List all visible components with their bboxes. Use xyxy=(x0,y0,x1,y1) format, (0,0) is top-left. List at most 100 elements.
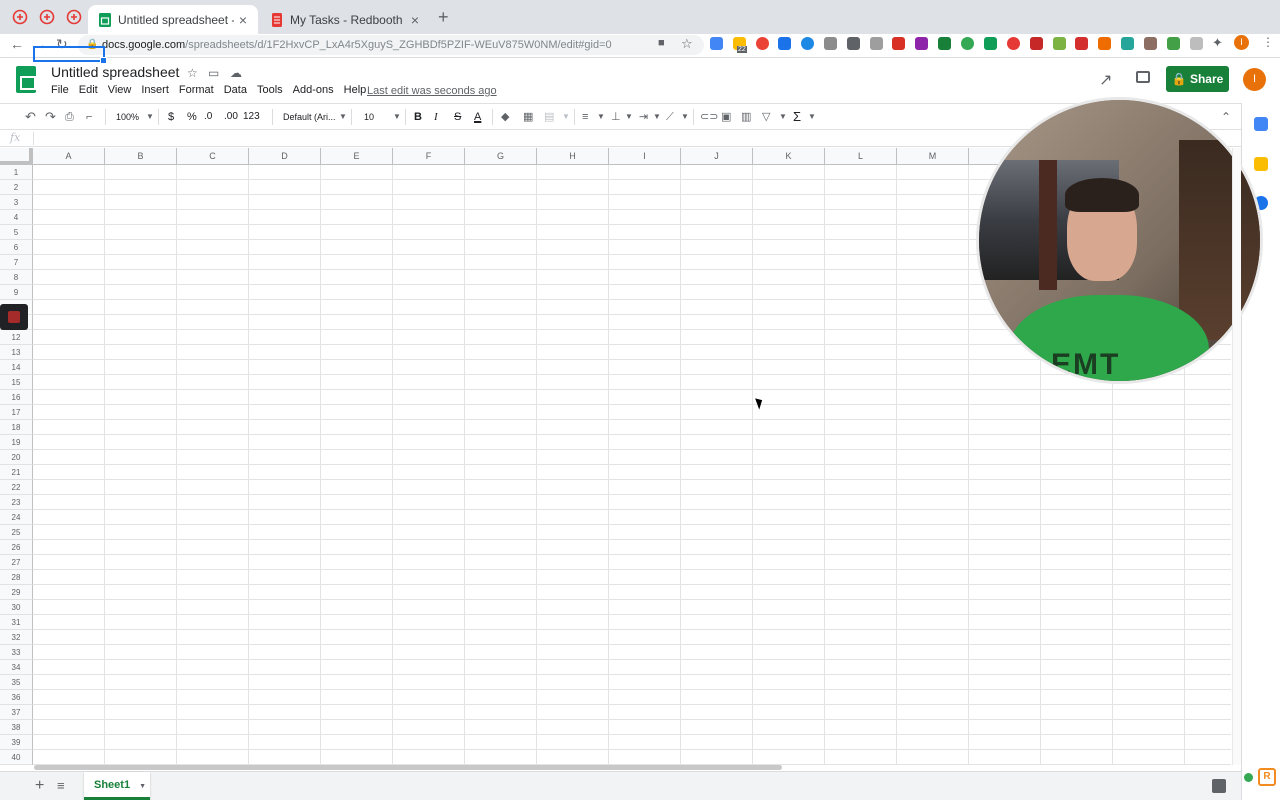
row-header-16[interactable]: 16 xyxy=(0,390,33,405)
row-header-34[interactable]: 34 xyxy=(0,660,33,675)
row-header-40[interactable]: 40 xyxy=(0,750,33,765)
filter-icon[interactable]: ▽ xyxy=(762,109,770,125)
column-header-j[interactable]: J xyxy=(681,148,753,165)
row-header-36[interactable]: 36 xyxy=(0,690,33,705)
last-edit-link[interactable]: Last edit was seconds ago xyxy=(367,85,497,97)
text-color-button[interactable]: A xyxy=(474,109,481,125)
pinned-tab-redbooth-icon[interactable] xyxy=(39,9,55,25)
functions-dropdown-icon[interactable]: ▼ xyxy=(808,109,816,125)
row-header-15[interactable]: 15 xyxy=(0,375,33,390)
row-header-37[interactable]: 37 xyxy=(0,705,33,720)
menu-insert[interactable]: Insert xyxy=(141,84,169,98)
font-family-select[interactable]: Default (Ari... xyxy=(283,109,336,125)
column-header-m[interactable]: M xyxy=(897,148,969,165)
row-header-27[interactable]: 27 xyxy=(0,555,33,570)
menu-file[interactable]: File xyxy=(51,84,69,98)
row-header-19[interactable]: 19 xyxy=(0,435,33,450)
text-rotation-icon[interactable]: ⟋ xyxy=(666,109,674,125)
functions-button[interactable]: Σ xyxy=(793,109,801,125)
column-header-e[interactable]: E xyxy=(321,148,393,165)
select-all-corner[interactable] xyxy=(0,148,33,165)
back-button[interactable]: ← xyxy=(10,36,24,52)
extension-code-icon[interactable] xyxy=(824,37,837,50)
explore-icon[interactable] xyxy=(1212,779,1226,793)
extension-doc-icon[interactable] xyxy=(847,37,860,50)
row-header-9[interactable]: 9 xyxy=(0,285,33,300)
strikethrough-button[interactable]: S xyxy=(454,109,461,125)
row-header-24[interactable]: 24 xyxy=(0,510,33,525)
row-header-21[interactable]: 21 xyxy=(0,465,33,480)
column-header-f[interactable]: F xyxy=(393,148,465,165)
move-folder-icon[interactable]: ▭ xyxy=(208,66,219,80)
row-header-23[interactable]: 23 xyxy=(0,495,33,510)
extension-check-icon[interactable] xyxy=(961,37,974,50)
more-formats-button[interactable]: 123 xyxy=(243,109,260,125)
redbooth-extension-icon[interactable]: R xyxy=(1258,768,1276,786)
new-tab-button[interactable]: + xyxy=(438,8,449,26)
row-header-1[interactable]: 1 xyxy=(0,165,33,180)
paint-format-icon[interactable]: ⌐ xyxy=(86,109,92,125)
sheet-tab-dropdown-icon[interactable]: ▼ xyxy=(139,783,146,790)
horizontal-scrollbar[interactable] xyxy=(34,765,782,770)
column-header-l[interactable]: L xyxy=(825,148,897,165)
font-size-dropdown-icon[interactable]: ▼ xyxy=(393,109,401,125)
wrap-dropdown-icon[interactable]: ▼ xyxy=(653,109,661,125)
menu-tools[interactable]: Tools xyxy=(257,84,283,98)
menu-format[interactable]: Format xyxy=(179,84,214,98)
valign-dropdown-icon[interactable]: ▼ xyxy=(625,109,633,125)
tab-google-sheets[interactable]: Untitled spreadsheet - Google × xyxy=(88,5,258,34)
pinned-tab-redbooth-icon[interactable] xyxy=(66,9,82,25)
row-header-13[interactable]: 13 xyxy=(0,345,33,360)
menu-data[interactable]: Data xyxy=(224,84,247,98)
row-header-22[interactable]: 22 xyxy=(0,480,33,495)
decrease-decimal-button[interactable]: .0 xyxy=(204,109,212,125)
activity-dashboard-icon[interactable]: ↗ xyxy=(1099,70,1112,90)
column-header-k[interactable]: K xyxy=(753,148,825,165)
row-header-30[interactable]: 30 xyxy=(0,600,33,615)
extension-calendar-icon[interactable] xyxy=(710,37,723,50)
extension-arrow-icon[interactable] xyxy=(892,37,905,50)
star-icon[interactable]: ☆ xyxy=(187,66,198,80)
borders-icon[interactable]: ▦ xyxy=(523,109,533,125)
menu-help[interactable]: Help xyxy=(344,84,367,98)
extension-heart-icon[interactable] xyxy=(1121,37,1134,50)
print-icon[interactable]: ⎙ xyxy=(65,109,74,125)
row-header-14[interactable]: 14 xyxy=(0,360,33,375)
menu-add-ons[interactable]: Add-ons xyxy=(293,84,334,98)
sheet-tab[interactable]: Sheet1 ▼ xyxy=(84,772,150,800)
insert-chart-icon[interactable]: ▥ xyxy=(741,109,751,125)
row-header-28[interactable]: 28 xyxy=(0,570,33,585)
extension-asterisk-icon[interactable] xyxy=(756,37,769,50)
increase-decimal-button[interactable]: .00 xyxy=(224,109,238,125)
column-header-d[interactable]: D xyxy=(249,148,321,165)
font-size-select[interactable]: 10 xyxy=(364,109,374,125)
percent-format-button[interactable]: % xyxy=(187,109,197,125)
row-header-35[interactable]: 35 xyxy=(0,675,33,690)
row-header-31[interactable]: 31 xyxy=(0,615,33,630)
row-header-32[interactable]: 32 xyxy=(0,630,33,645)
extension-r-icon[interactable] xyxy=(1144,37,1157,50)
currency-format-button[interactable]: $ xyxy=(168,109,174,125)
extension-shield-icon[interactable] xyxy=(1075,37,1088,50)
italic-button[interactable]: I xyxy=(434,109,438,125)
font-dropdown-icon[interactable]: ▼ xyxy=(339,109,347,125)
text-wrapping-icon[interactable]: ⇥ xyxy=(639,109,648,125)
menu-view[interactable]: View xyxy=(108,84,132,98)
column-header-g[interactable]: G xyxy=(465,148,537,165)
column-header-b[interactable]: B xyxy=(105,148,177,165)
extension-circle-icon[interactable] xyxy=(801,37,814,50)
url-field[interactable]: 🔒 docs.google.com/spreadsheets/d/1F2HxvC… xyxy=(78,35,704,55)
row-header-25[interactable]: 25 xyxy=(0,525,33,540)
row-header-2[interactable]: 2 xyxy=(0,180,33,195)
row-header-5[interactable]: 5 xyxy=(0,225,33,240)
vertical-scrollbar[interactable] xyxy=(1232,148,1241,765)
extension-zoom-icon[interactable] xyxy=(778,37,791,50)
selected-cell-a3[interactable] xyxy=(33,46,107,64)
insert-link-icon[interactable]: ⊂⊃ xyxy=(700,109,718,125)
cloud-status-icon[interactable]: ☁ xyxy=(230,66,242,80)
extension-pen-icon[interactable] xyxy=(915,37,928,50)
column-header-c[interactable]: C xyxy=(177,148,249,165)
column-header-h[interactable]: H xyxy=(537,148,609,165)
bookmark-star-icon[interactable]: ☆ xyxy=(681,36,693,52)
row-header-12[interactable]: 12 xyxy=(0,330,33,345)
